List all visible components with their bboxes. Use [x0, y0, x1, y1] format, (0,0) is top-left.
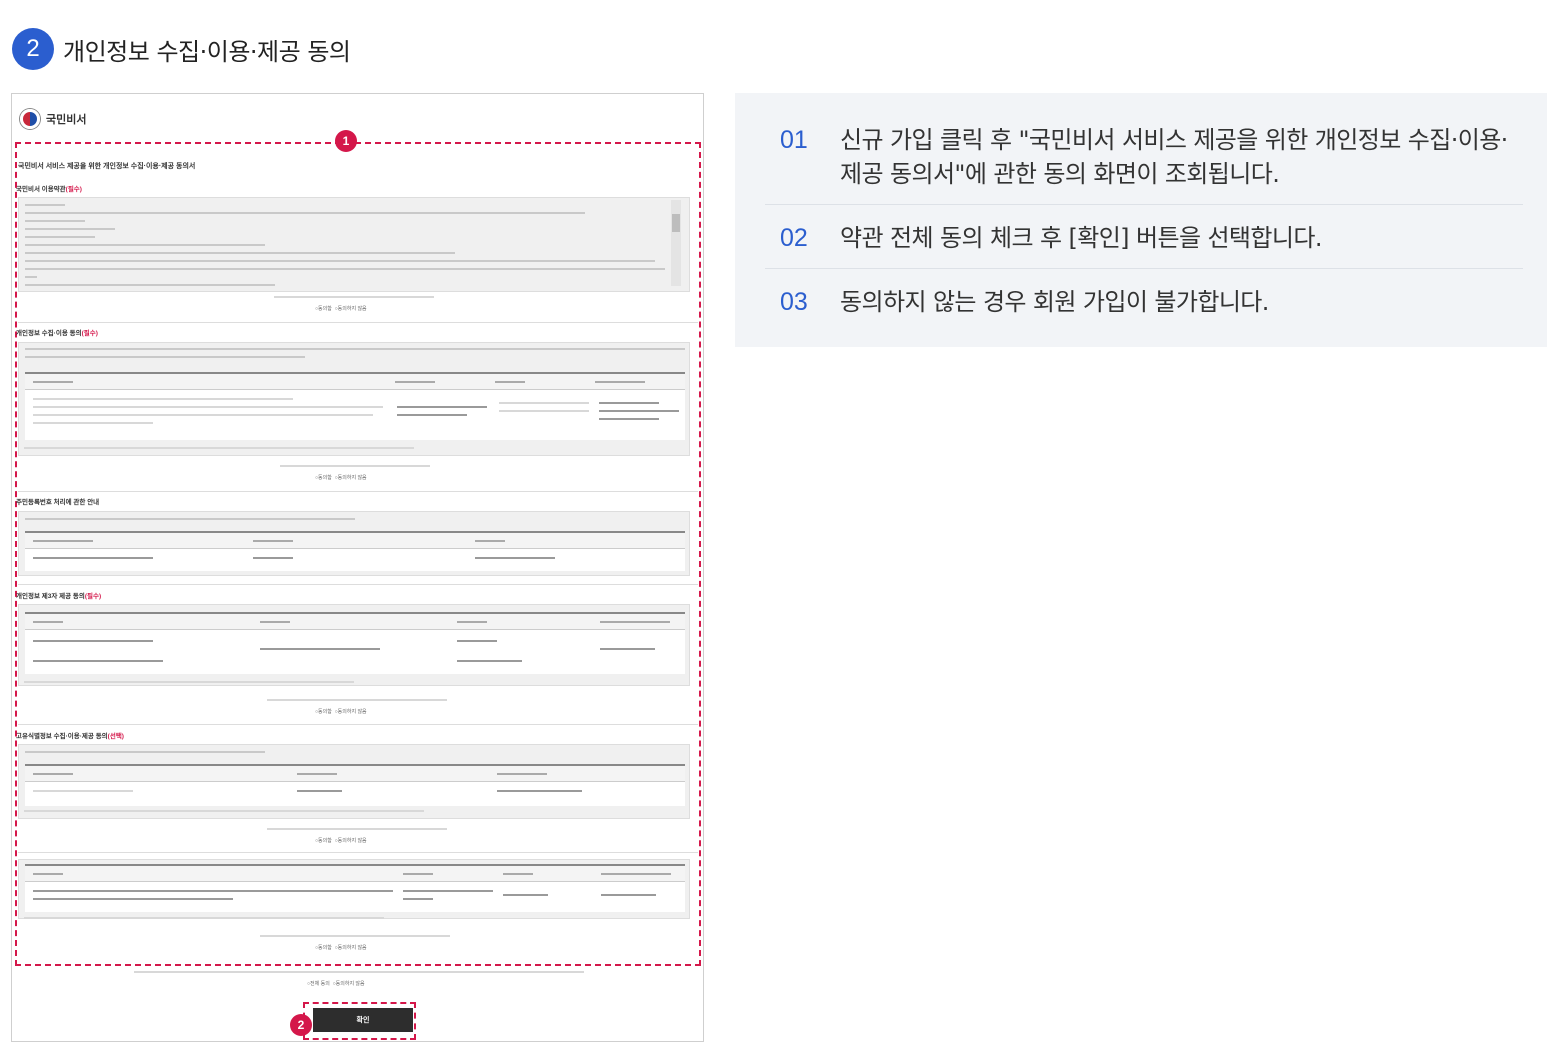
instruction-item: 03 동의하지 않는 경우 회원 가입이 불가합니다. — [780, 285, 1520, 319]
terms-scroll-box[interactable] — [18, 197, 690, 292]
taegeuk-logo-icon — [20, 109, 40, 129]
rrn-table — [25, 531, 685, 571]
collect-radio-group[interactable]: ○동의함 ○동의하지 않음 — [315, 474, 367, 481]
table-header — [25, 533, 685, 549]
confirm-highlight-box: 확인 — [303, 1002, 416, 1040]
step-header: 2 개인정보 수집·이용·제공 동의 — [12, 27, 351, 71]
section-rrn-title: 주민등록번호 처리에 관한 안내 — [16, 499, 100, 506]
instruction-panel: 01 신규 가입 클릭 후 "국민비서 서비스 제공을 위한 개인정보 수집·이… — [735, 93, 1547, 347]
unique-id-radio-group[interactable]: ○동의함 ○동의하지 않음 — [315, 837, 367, 844]
instruction-text: 신규 가입 클릭 후 "국민비서 서비스 제공을 위한 개인정보 수집·이용·제… — [840, 126, 1508, 188]
table-header — [25, 614, 685, 630]
unique-id-provide-radio-group[interactable]: ○동의함 ○동의하지 않음 — [315, 944, 367, 951]
instruction-item: 02 약관 전체 동의 체크 후 [확인] 버튼을 선택합니다. — [780, 221, 1520, 255]
marker-badge-1: 1 — [335, 130, 357, 152]
instruction-divider — [765, 204, 1523, 205]
section-unique-id-title: 고유식별정보 수집·이용·제공 동의(선택) — [16, 733, 124, 740]
terms-radio-group[interactable]: ○동의함 ○동의하지 않음 — [315, 305, 367, 312]
instruction-text: 동의하지 않는 경우 회원 가입이 불가합니다. — [840, 288, 1269, 316]
collect-table — [25, 372, 685, 440]
unique-id-provide-table — [25, 864, 685, 912]
consent-screenshot: 국민비서 1 국민비서 서비스 제공을 위한 개인정보 수집·이용·제공 동의서… — [11, 93, 704, 1042]
section-collect-title: 개인정보 수집·이용 동의(필수) — [16, 330, 98, 337]
step-title: 개인정보 수집·이용·제공 동의 — [63, 37, 351, 66]
table-header — [25, 766, 685, 782]
third-party-table — [25, 612, 685, 674]
step-number-badge: 2 — [12, 28, 54, 70]
section-third-party-title: 개인정보 제3자 제공 동의(필수) — [16, 593, 102, 600]
table-header — [25, 866, 685, 882]
instruction-divider — [765, 268, 1523, 269]
logo-text: 국민비서 — [46, 114, 87, 126]
scroll-thumb[interactable] — [672, 214, 680, 232]
instruction-number: 02 — [780, 224, 808, 252]
all-agree-radio-group[interactable]: ○전체 동의 ○동의하지 않음 — [307, 980, 365, 987]
unique-id-table — [25, 764, 685, 806]
section-divider — [18, 584, 698, 585]
document-title: 국민비서 서비스 제공을 위한 개인정보 수집·이용·제공 동의서 — [18, 163, 196, 170]
gov-logo: 국민비서 — [20, 109, 86, 129]
section-divider — [18, 491, 698, 492]
confirm-button[interactable]: 확인 — [313, 1008, 413, 1032]
instruction-number: 03 — [780, 288, 808, 316]
terms-scrollbar[interactable] — [671, 200, 681, 286]
marker-badge-2: 2 — [290, 1014, 312, 1036]
section-divider — [18, 852, 698, 853]
instruction-item: 01 신규 가입 클릭 후 "국민비서 서비스 제공을 위한 개인정보 수집·이… — [780, 123, 1520, 191]
third-party-radio-group[interactable]: ○동의함 ○동의하지 않음 — [315, 708, 367, 715]
instruction-text: 약관 전체 동의 체크 후 [확인] 버튼을 선택합니다. — [840, 224, 1322, 252]
table-header — [25, 374, 685, 390]
section-terms-title: 국민비서 이용약관(필수) — [16, 186, 82, 193]
section-divider — [18, 724, 698, 725]
section-divider — [18, 322, 698, 323]
instruction-number: 01 — [780, 126, 808, 154]
